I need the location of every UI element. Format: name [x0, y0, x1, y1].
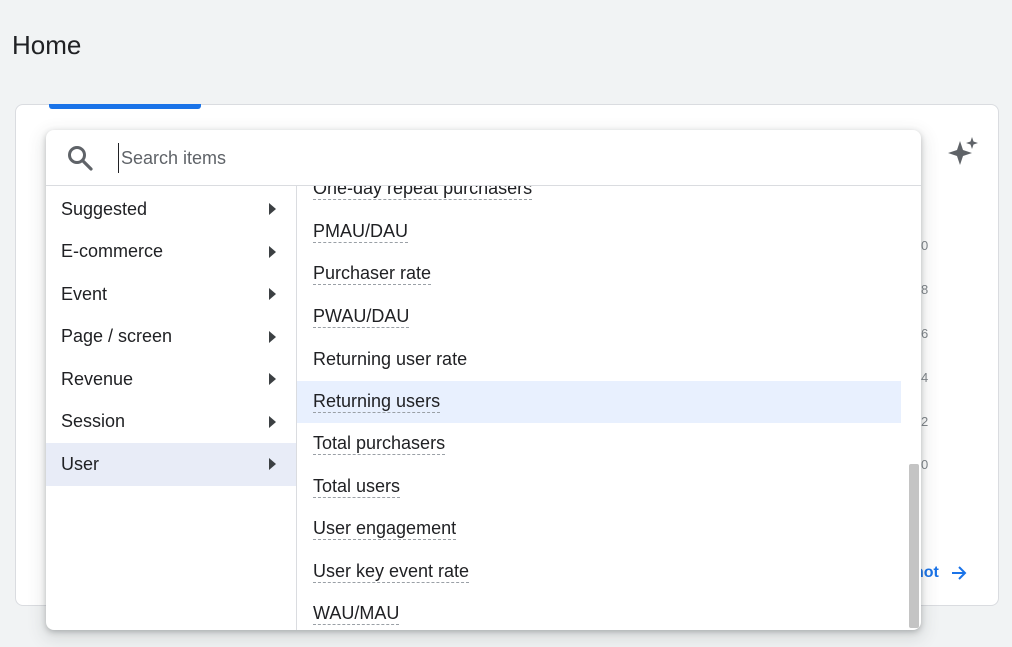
metric-item[interactable]: Returning users — [297, 380, 901, 423]
metric-item-label: PMAU/DAU — [313, 220, 409, 243]
active-tab-indicator — [49, 104, 201, 109]
metric-item[interactable]: Total users — [297, 466, 901, 509]
y-axis-tick-label: 6 — [921, 326, 929, 341]
category-item-label: Revenue — [61, 368, 134, 389]
category-item-label: Session — [61, 411, 126, 432]
metric-item[interactable]: WAU/MAU — [297, 593, 901, 630]
metric-item[interactable]: User engagement — [297, 508, 901, 551]
search-icon — [68, 146, 93, 171]
category-item-user[interactable]: User — [46, 443, 296, 486]
category-item-label: User — [61, 453, 100, 474]
category-item-label: E-commerce — [61, 241, 164, 262]
chevron-right-icon — [269, 373, 276, 386]
metric-item[interactable]: PMAU/DAU — [297, 211, 901, 254]
chevron-right-icon — [269, 288, 276, 301]
chevron-right-icon — [269, 415, 276, 428]
category-item-e-commerce[interactable]: E-commerce — [46, 231, 296, 274]
search-input[interactable] — [118, 143, 823, 173]
y-axis-tick-label: 8 — [921, 282, 929, 297]
metric-item-label: One-day repeat purchasers — [313, 186, 533, 201]
metric-item-label: Returning user rate — [313, 348, 468, 369]
metric-item-label: Total purchasers — [313, 433, 446, 456]
metric-picker-dropdown: Suggested E-commerce Event Page / screen Rev… — [46, 130, 921, 630]
y-axis-tick-label: 4 — [921, 370, 929, 385]
metric-item[interactable]: Purchaser rate — [297, 253, 901, 296]
metric-item-label: User key event rate — [313, 560, 470, 583]
category-item-label: Page / screen — [61, 326, 173, 347]
chevron-right-icon — [269, 203, 276, 216]
y-axis-tick-label: 2 — [921, 414, 929, 429]
category-item-session[interactable]: Session — [46, 401, 296, 444]
metric-item[interactable]: User key event rate — [297, 551, 901, 594]
scrollbar-thumb[interactable] — [909, 464, 919, 628]
metric-item-label: WAU/MAU — [313, 603, 400, 626]
sparkle-icon[interactable] — [946, 135, 980, 169]
category-item-page-screen[interactable]: Page / screen — [46, 316, 296, 359]
page-title: Home — [12, 30, 82, 60]
metric-list-panel[interactable]: One-day repeat purchasers PMAU/DAU Purchas… — [297, 186, 921, 630]
metric-item[interactable]: One-day repeat purchasers — [297, 186, 901, 211]
category-item-revenue[interactable]: Revenue — [46, 358, 296, 401]
metric-item[interactable]: PWAU/DAU — [297, 296, 901, 339]
metric-item[interactable]: Total purchasers — [297, 423, 901, 466]
metric-item-label: PWAU/DAU — [313, 305, 410, 328]
category-item-event[interactable]: Event — [46, 273, 296, 316]
chevron-right-icon — [269, 245, 276, 258]
view-snapshot-link[interactable]: not — [914, 563, 969, 583]
chevron-right-icon — [269, 330, 276, 343]
metric-item-label: Purchaser rate — [313, 263, 432, 286]
metric-list: One-day repeat purchasers PMAU/DAU Purchas… — [297, 186, 901, 630]
metric-item-label: User engagement — [313, 518, 457, 541]
chevron-right-icon — [269, 458, 276, 471]
search-row — [46, 130, 921, 186]
metric-item[interactable]: Returning user rate — [297, 338, 901, 381]
category-item-suggested[interactable]: Suggested — [46, 188, 296, 231]
category-list: Suggested E-commerce Event Page / screen Rev… — [46, 186, 297, 630]
metric-item-label: Returning users — [313, 390, 441, 413]
arrow-right-icon — [951, 566, 967, 580]
y-axis-tick-label: 0 — [921, 238, 929, 253]
y-axis-tick-label: 0 — [921, 457, 929, 472]
category-item-label: Suggested — [61, 198, 148, 219]
category-item-label: Event — [61, 283, 108, 304]
metric-item-label: Total users — [313, 475, 401, 498]
